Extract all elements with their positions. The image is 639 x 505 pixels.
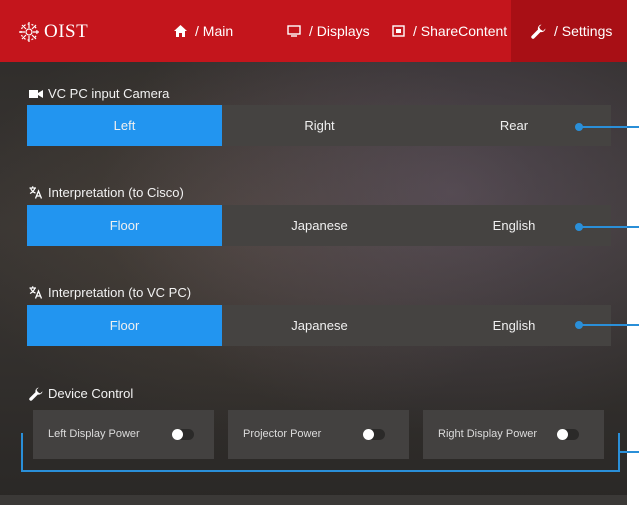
left-display-power-card: Left Display Power: [33, 410, 214, 459]
bottom-strip: [0, 495, 627, 505]
home-icon: [174, 25, 187, 37]
interp-vcpc-option-english[interactable]: English: [417, 305, 611, 346]
tab-main[interactable]: / Main: [174, 0, 233, 62]
tab-settings[interactable]: / Settings: [511, 0, 627, 62]
camera-option-left[interactable]: Left: [27, 105, 222, 146]
camera-selector: Left Right Rear: [27, 105, 611, 146]
interp-vcpc-section-label: Interpretation (to VC PC): [29, 285, 191, 300]
interp-vcpc-selector: Floor Japanese English: [27, 305, 611, 346]
right-display-power-toggle[interactable]: [557, 429, 579, 440]
device-control-section-label: Device Control: [29, 386, 133, 401]
translate-icon: [29, 186, 43, 199]
translate-icon: [29, 286, 43, 299]
left-display-power-toggle[interactable]: [172, 429, 194, 440]
app-window: OIST / Main / Displays / ShareContent /: [0, 0, 627, 505]
oist-logo: OIST: [18, 21, 88, 43]
display-icon: [287, 25, 301, 37]
interp-cisco-section-label: Interpretation (to Cisco): [29, 185, 184, 200]
camera-icon: [29, 89, 43, 99]
logo-text: OIST: [44, 21, 89, 42]
wrench-icon: [29, 386, 43, 401]
camera-section-label: VC PC input Camera: [29, 86, 169, 101]
interp-vcpc-option-floor[interactable]: Floor: [27, 305, 222, 346]
interp-cisco-option-floor[interactable]: Floor: [27, 205, 222, 246]
top-nav-bar: OIST / Main / Displays / ShareContent /: [0, 0, 627, 62]
left-display-power-label: Left Display Power: [48, 428, 140, 440]
tab-displays[interactable]: / Displays: [287, 0, 370, 62]
tab-settings-label: / Settings: [554, 23, 613, 39]
interp-cisco-selector: Floor Japanese English: [27, 205, 611, 246]
toggle-knob: [557, 429, 568, 440]
interp-cisco-section-title: Interpretation (to Cisco): [48, 185, 184, 200]
projector-power-card: Projector Power: [228, 410, 409, 459]
tab-main-label: / Main: [195, 23, 234, 39]
camera-section-title: VC PC input Camera: [48, 86, 170, 101]
interp-cisco-option-japanese[interactable]: Japanese: [222, 205, 417, 246]
wrench-icon: [531, 24, 546, 39]
right-display-power-card: Right Display Power: [423, 410, 604, 459]
camera-option-right[interactable]: Right: [222, 105, 417, 146]
device-control-section-title: Device Control: [48, 386, 134, 401]
toggle-knob: [363, 429, 374, 440]
tab-displays-label: / Displays: [309, 23, 370, 39]
interp-vcpc-section-title: Interpretation (to VC PC): [48, 285, 192, 300]
toggle-knob: [172, 429, 183, 440]
oist-emblem-icon: [18, 21, 40, 43]
interp-cisco-option-english[interactable]: English: [417, 205, 611, 246]
interp-vcpc-option-japanese[interactable]: Japanese: [222, 305, 417, 346]
projector-power-label: Projector Power: [243, 428, 322, 440]
projector-power-toggle[interactable]: [363, 429, 385, 440]
tab-sharecontent[interactable]: / ShareContent: [392, 0, 507, 62]
tab-sharecontent-label: / ShareContent: [413, 23, 508, 39]
right-display-power-label: Right Display Power: [438, 428, 538, 440]
camera-option-rear[interactable]: Rear: [417, 105, 611, 146]
share-icon: [392, 25, 405, 37]
